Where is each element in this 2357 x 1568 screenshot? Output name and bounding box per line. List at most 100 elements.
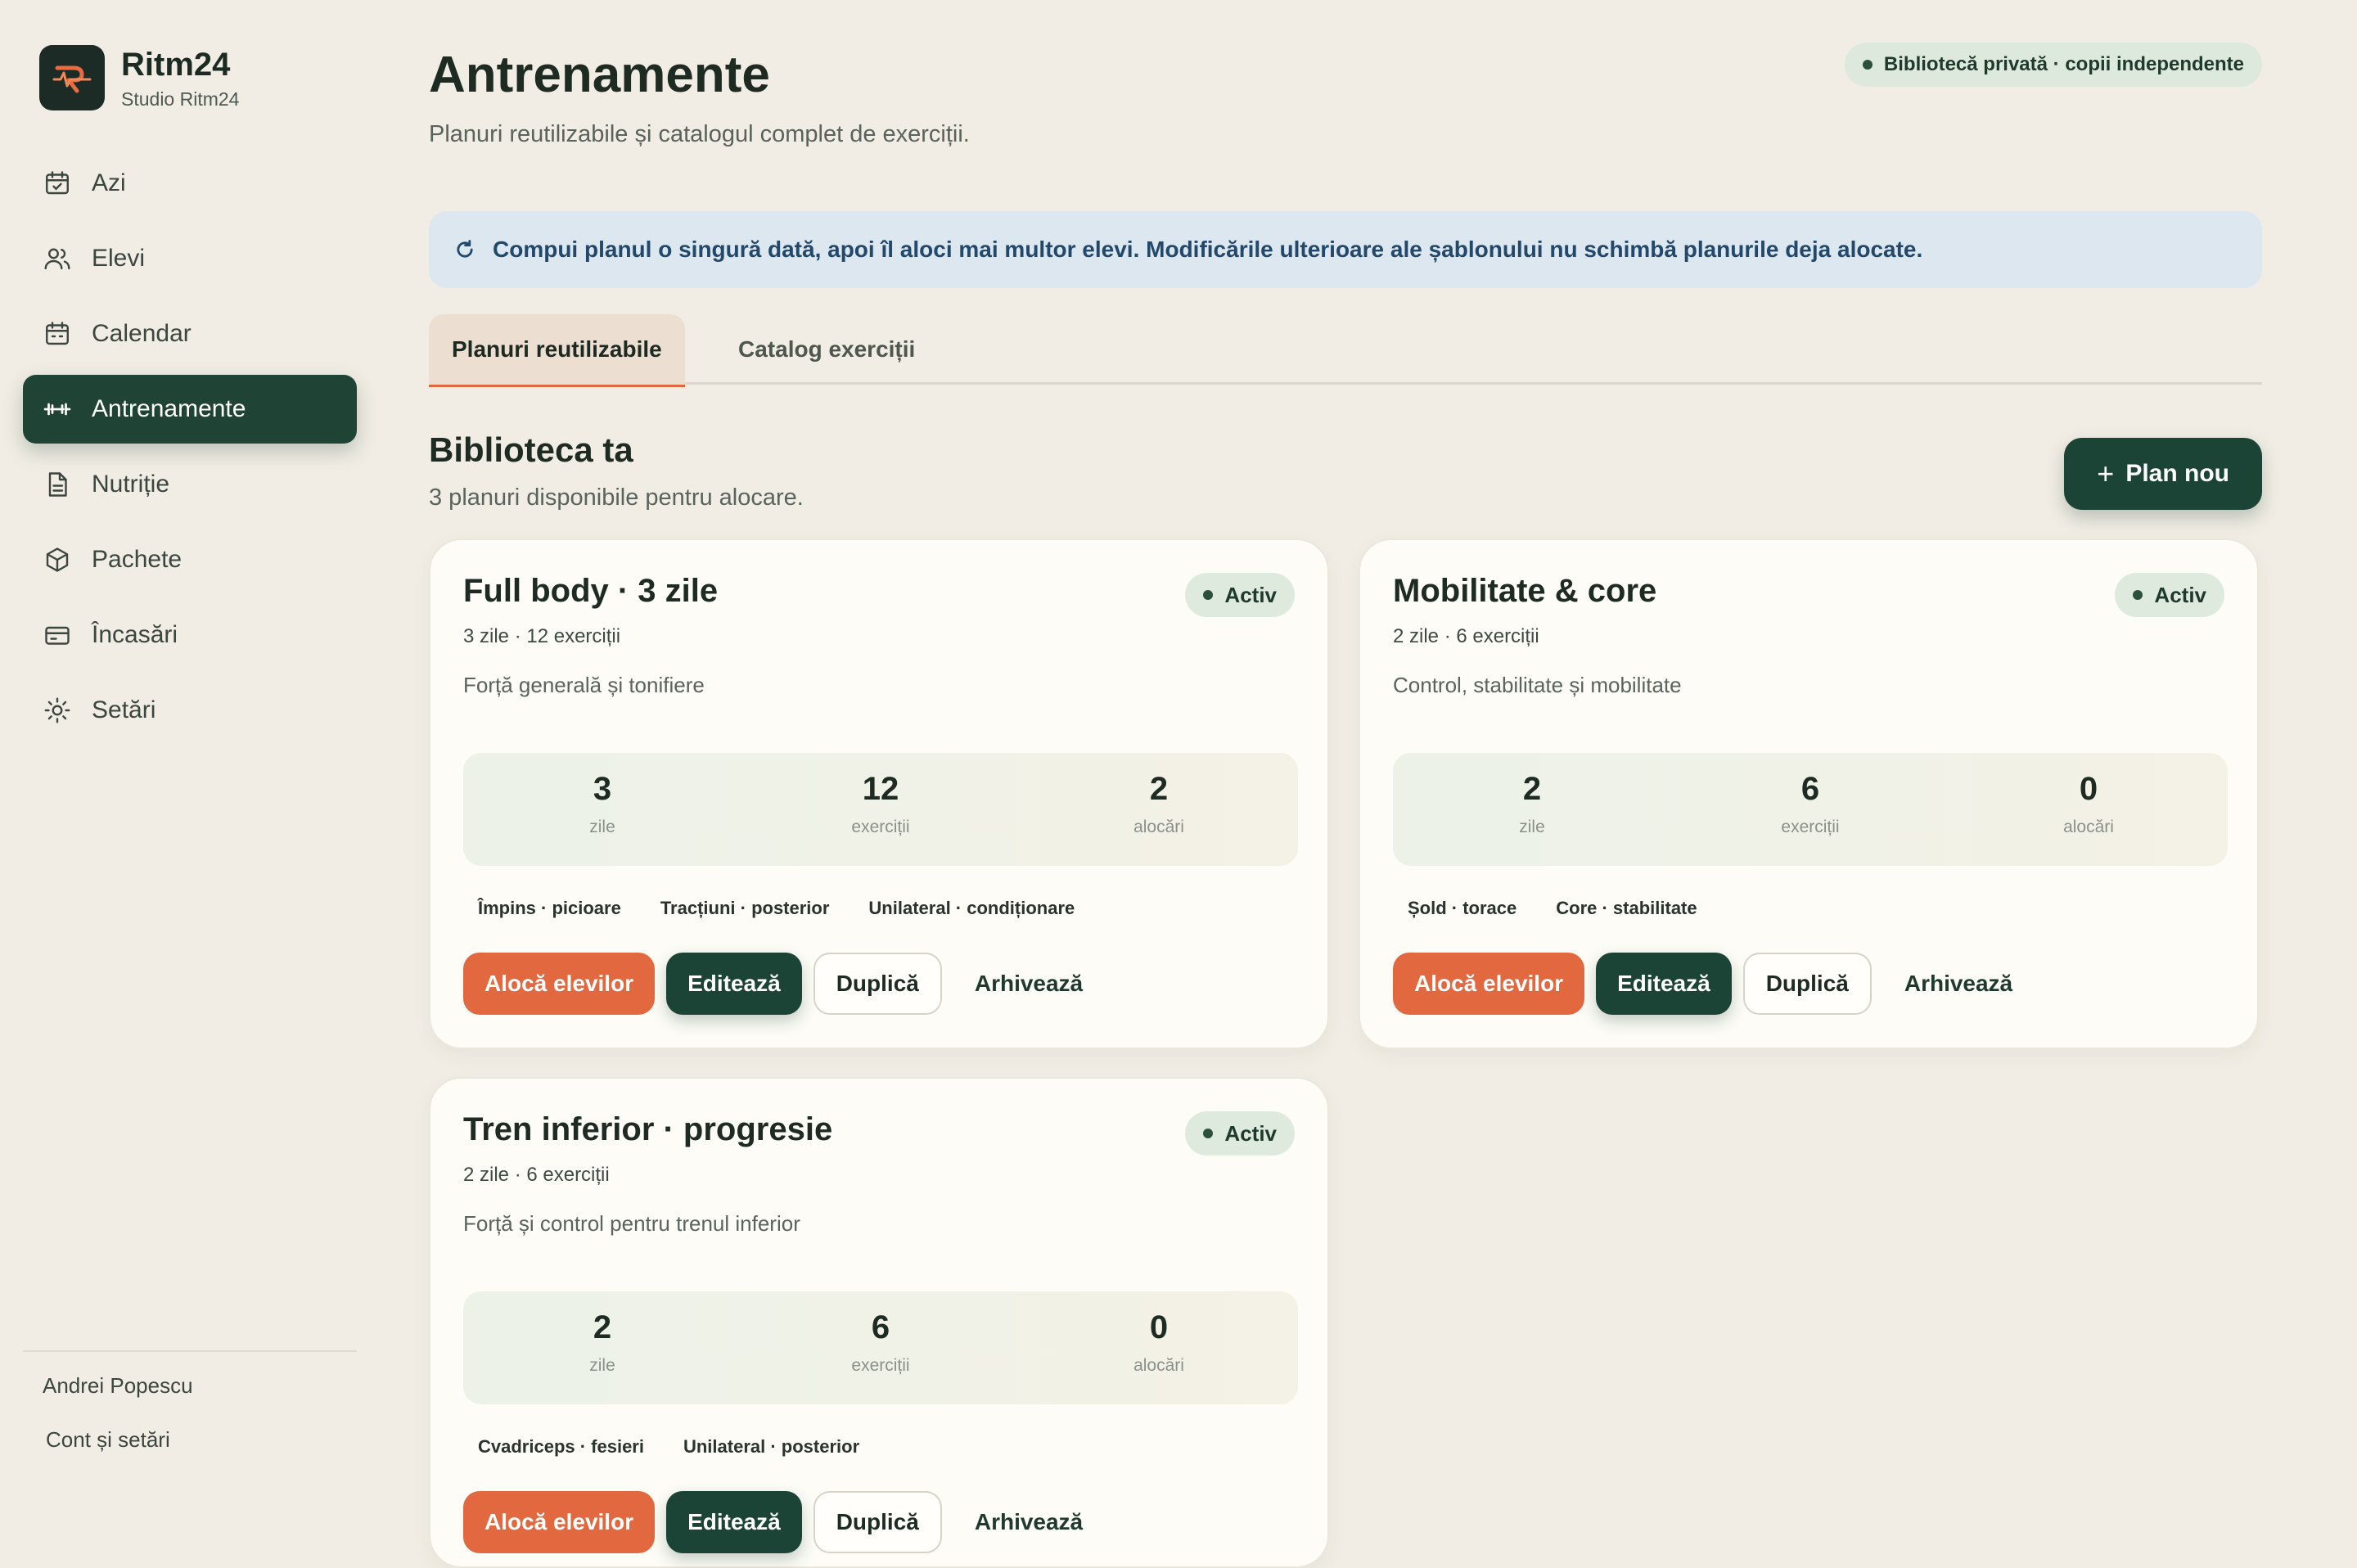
new-plan-label: Plan nou	[2125, 460, 2229, 487]
account-settings-link[interactable]: Cont și setări	[46, 1427, 170, 1453]
plan-actions: Alocă elevilor Editează Duplică Arhiveaz…	[1393, 953, 2045, 1015]
plan-title: Full body · 3 zile	[463, 573, 719, 609]
plus-icon: +	[2097, 457, 2115, 490]
plan-stats: 2 zile 6 exerciții 0 alocări	[1393, 753, 2228, 866]
assign-button[interactable]: Alocă elevilor	[463, 953, 656, 1015]
calendar-icon	[46, 322, 69, 345]
plan-title: Tren inferior · progresie	[463, 1111, 833, 1147]
plan-tag: Tracțiuni · posterior	[660, 898, 830, 918]
plan-tags: Împins · picioare Tracțiuni · posterior …	[478, 898, 1114, 919]
info-banner: Compui planul o singură dată, apoi îl al…	[429, 211, 2262, 288]
archive-button[interactable]: Arhivează	[1883, 953, 2034, 1015]
edit-button[interactable]: Editează	[666, 953, 802, 1015]
stat-label: zile	[589, 1356, 615, 1375]
archive-button[interactable]: Arhivează	[953, 1491, 1104, 1553]
plan-tags: Cvadriceps · fesieri Unilateral · poster…	[478, 1436, 899, 1458]
status-dot-icon	[1203, 590, 1214, 600]
tabs: Planuri reutilizabile Catalog exerciții	[429, 314, 2262, 387]
stat-value: 0	[1149, 1309, 1169, 1345]
status-dot-icon	[1862, 60, 1873, 70]
brand-name: Ritm24	[121, 46, 231, 83]
edit-button[interactable]: Editează	[666, 1491, 802, 1553]
stat-days: 2 zile	[1393, 753, 1671, 866]
brand-subtitle: Studio Ritm24	[121, 88, 240, 110]
brand[interactable]: Ritm24 Studio Ritm24	[39, 45, 239, 110]
plan-tag: Unilateral · condiționare	[868, 898, 1075, 918]
stat-label: exerciții	[1781, 818, 1840, 836]
stat-assignments: 2 alocări	[1020, 753, 1298, 866]
plan-actions: Alocă elevilor Editează Duplică Arhiveaz…	[463, 1491, 1115, 1553]
duplicate-button[interactable]: Duplică	[813, 1491, 942, 1553]
assign-button[interactable]: Alocă elevilor	[1393, 953, 1585, 1015]
plan-card: Tren inferior · progresie Activ 2 zile ·…	[429, 1077, 1329, 1568]
stat-label: exerciții	[851, 818, 910, 836]
status-badge: Activ	[1185, 1111, 1295, 1156]
tab-planuri-reutilizabile[interactable]: Planuri reutilizabile	[429, 314, 685, 387]
info-banner-text: Compui planul o singură dată, apoi îl al…	[493, 237, 1923, 262]
edit-button[interactable]: Editează	[1596, 953, 1732, 1015]
nav-label: Antrenamente	[92, 395, 246, 422]
stat-days: 3 zile	[463, 753, 741, 866]
plan-title: Mobilitate & core	[1393, 573, 1657, 609]
nav-label: Încasări	[92, 621, 178, 648]
page-subtitle: Planuri reutilizabile și catalogul compl…	[429, 121, 970, 147]
plan-description: Forță și control pentru trenul inferior	[463, 1211, 800, 1236]
nav-item-pachete[interactable]: Pachete	[23, 525, 357, 594]
plan-tags: Șold · torace Core · stabilitate	[1408, 898, 1737, 919]
duplicate-button[interactable]: Duplică	[1742, 953, 1872, 1015]
privacy-badge-label: Bibliotecă privată · copii independente	[1883, 53, 2244, 75]
plan-description: Control, stabilitate și mobilitate	[1393, 673, 1682, 697]
tab-catalog-exercitii[interactable]: Catalog exerciții	[715, 314, 938, 385]
plan-card: Full body · 3 zile Activ 3 zile · 12 exe…	[429, 538, 1329, 1049]
privacy-badge: Bibliotecă privată · copii independente	[1844, 43, 2262, 87]
nav-item-azi[interactable]: Azi	[23, 149, 357, 218]
library-subtitle: 3 planuri disponibile pentru alocare.	[429, 484, 804, 511]
stat-label: alocări	[1133, 1356, 1184, 1375]
duplicate-button[interactable]: Duplică	[813, 953, 942, 1015]
plan-tag: Șold · torace	[1408, 898, 1517, 918]
stat-value: 6	[871, 1309, 890, 1345]
stat-assignments: 0 alocări	[1020, 1291, 1298, 1404]
nav-label: Pachete	[92, 546, 183, 573]
nav-item-elevi[interactable]: Elevi	[23, 224, 357, 293]
refresh-icon	[457, 240, 473, 258]
stat-value: 3	[593, 771, 612, 807]
nav-item-calendar[interactable]: Calendar	[23, 300, 357, 368]
nav-item-nutritie[interactable]: Nutriție	[23, 450, 357, 519]
document-icon	[48, 472, 67, 497]
plan-stats: 3 zile 12 exerciții 2 alocări	[463, 753, 1298, 866]
library-title: Biblioteca ta	[429, 430, 633, 469]
plan-meta: 2 zile · 6 exerciții	[1393, 625, 1539, 647]
nav-item-setari[interactable]: Setări	[23, 676, 357, 745]
status-badge: Activ	[1185, 573, 1295, 617]
status-label: Activ	[2154, 582, 2206, 607]
plan-tag: Împins · picioare	[478, 898, 621, 918]
stat-exercises: 12 exerciții	[741, 753, 1020, 866]
main-content: Antrenamente Planuri reutilizabile și ca…	[429, 0, 2262, 1568]
status-badge: Activ	[2115, 573, 2224, 617]
stat-exercises: 6 exerciții	[741, 1291, 1020, 1404]
stat-value: 12	[862, 771, 899, 807]
new-plan-button[interactable]: + Plan nou	[2064, 438, 2262, 510]
nav-label: Nutriție	[92, 471, 170, 498]
nav-label: Calendar	[92, 320, 192, 347]
stat-days: 2 zile	[463, 1291, 741, 1404]
stat-exercises: 6 exerciții	[1671, 753, 1949, 866]
page-title: Antrenamente	[429, 47, 770, 103]
nav-item-antrenamente[interactable]: Antrenamente	[23, 375, 357, 444]
status-dot-icon	[2133, 590, 2143, 600]
assign-button[interactable]: Alocă elevilor	[463, 1491, 656, 1553]
archive-button[interactable]: Arhivează	[953, 953, 1104, 1015]
stat-label: exerciții	[851, 1356, 910, 1375]
main-nav: Azi Elevi Calendar Antrenamente Nutriție…	[23, 149, 357, 751]
plan-card: Mobilitate & core Activ 2 zile · 6 exerc…	[1359, 538, 2259, 1049]
stat-value: 2	[593, 1309, 612, 1345]
nav-label: Elevi	[92, 245, 146, 272]
stat-label: alocări	[2063, 818, 2114, 836]
user-name: Andrei Popescu	[43, 1373, 193, 1398]
plan-tag: Unilateral · posterior	[683, 1436, 860, 1457]
plan-description: Forță generală și tonifiere	[463, 673, 705, 697]
nav-item-incasari[interactable]: Încasări	[23, 601, 357, 669]
stat-value: 2	[1149, 771, 1169, 807]
stat-label: zile	[1519, 818, 1545, 836]
